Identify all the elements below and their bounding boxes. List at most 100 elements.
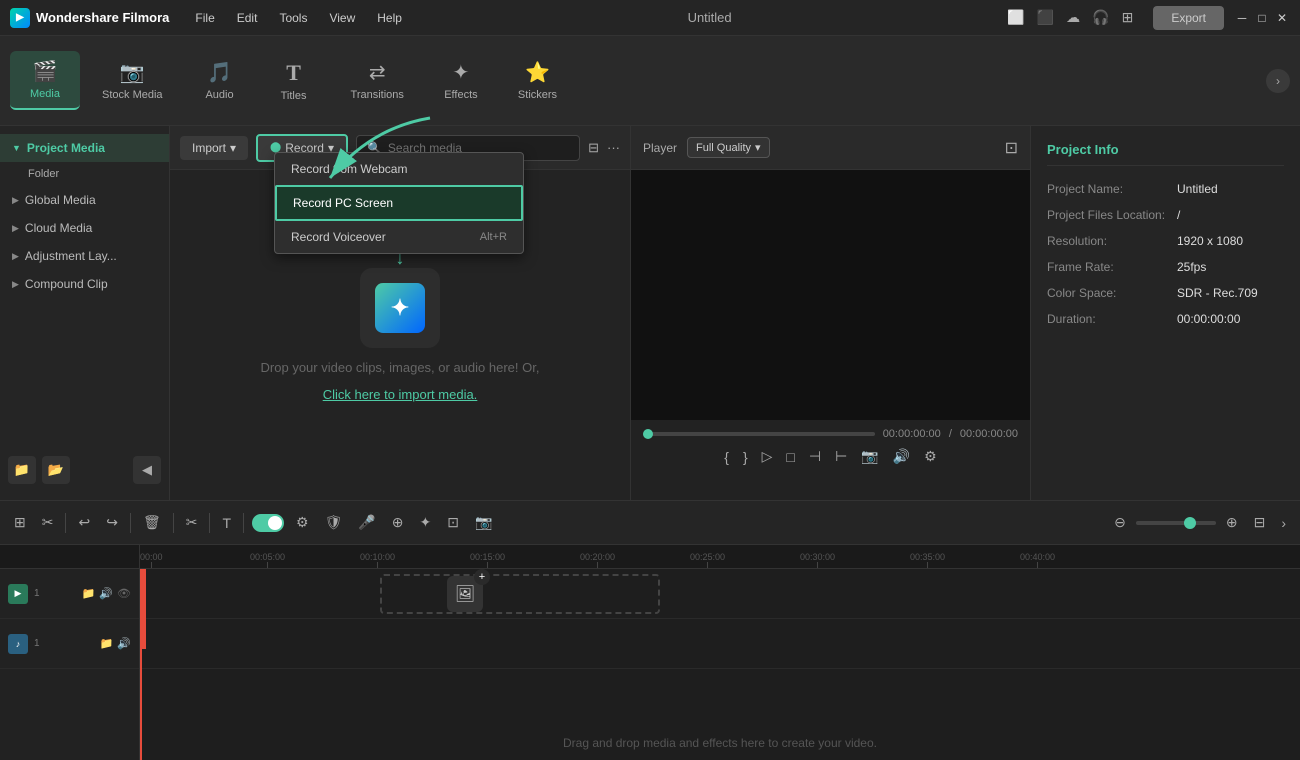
menu-file[interactable]: File <box>185 7 224 29</box>
time-total: 00:00:00:00 <box>960 428 1018 440</box>
timeline-shield-icon[interactable]: 🛡 <box>321 510 347 535</box>
stop-button[interactable]: □ <box>786 449 794 465</box>
timeline-star-icon[interactable]: ✦ <box>416 510 436 535</box>
more-icon[interactable]: ··· <box>607 140 620 156</box>
record-pc-screen-item[interactable]: Record PC Screen <box>275 185 523 221</box>
timeline-delete-icon[interactable]: 🗑 <box>139 510 165 535</box>
zoom-track[interactable] <box>1136 521 1216 525</box>
toolbar-titles[interactable]: T Titles <box>259 52 329 110</box>
track-audio-add-icon[interactable]: 📁 <box>100 637 114 650</box>
icon-grid: ⊞ <box>1122 9 1134 26</box>
timeline-redo-icon[interactable]: ↪ <box>102 510 122 535</box>
timeline-layout-icon[interactable]: ⊟ <box>1250 510 1270 535</box>
export-button[interactable]: Export <box>1153 6 1224 30</box>
sidebar-item-adjustment-layer[interactable]: ▶ Adjustment Lay... <box>0 242 169 270</box>
timeline-text-icon[interactable]: T <box>218 511 235 535</box>
titlebar: ▶ Wondershare Filmora File Edit Tools Vi… <box>0 0 1300 36</box>
value-duration: 00:00:00:00 <box>1177 312 1240 326</box>
info-frame-rate: Frame Rate: 25fps <box>1047 260 1284 274</box>
track-audio-vol-icon[interactable]: 🔊 <box>117 637 131 650</box>
menu-view[interactable]: View <box>319 7 365 29</box>
timeline-toolbar: ⊞ ✂ ↩ ↪ 🗑 ✂ T ⚙ 🛡 🎤 ⊕ ✦ ⊡ 📷 ⊖ ⊕ ⊟ › <box>0 501 1300 545</box>
toolbar-stock-media[interactable]: 📷 Stock Media <box>84 52 181 109</box>
timeline-grid-icon[interactable]: ⊞ <box>10 510 30 535</box>
menu-edit[interactable]: Edit <box>227 7 268 29</box>
timeline-more-icon[interactable]: › <box>1277 511 1290 535</box>
sidebar-item-global-media[interactable]: ▶ Global Media <box>0 186 169 214</box>
timeline-toggle[interactable] <box>252 514 284 532</box>
settings-button[interactable]: ⚙ <box>924 448 937 465</box>
progress-track[interactable] <box>643 432 875 436</box>
timeline-scissors-icon[interactable]: ✂ <box>38 510 58 535</box>
new-folder-button[interactable]: 📂 <box>42 456 70 484</box>
sidebar-collapse-button[interactable]: ◀ <box>133 456 161 484</box>
track-video-controls: 📁 🔊 👁 <box>82 587 131 600</box>
player-expand-icon[interactable]: ⊡ <box>1005 138 1018 158</box>
quality-select[interactable]: Full Quality ▾ <box>687 137 770 158</box>
sidebar-item-cloud-media[interactable]: ▶ Cloud Media <box>0 214 169 242</box>
volume-button[interactable]: 🔊 <box>893 448 910 465</box>
maximize-button[interactable]: □ <box>1254 10 1270 26</box>
timeline-undo-icon[interactable]: ↩ <box>74 510 94 535</box>
main-toolbar: 🎬 Media 📷 Stock Media 🎵 Audio T Titles ⇄… <box>0 36 1300 126</box>
timeline-gear-icon[interactable]: ⚙ <box>292 510 313 535</box>
track-audio-body[interactable] <box>140 619 1300 669</box>
trim-next-button[interactable]: ⊢ <box>835 448 847 465</box>
mark-out-button[interactable]: } <box>743 449 748 465</box>
media-drop-placeholder[interactable]: 🖼 + <box>380 574 660 614</box>
value-files-location: / <box>1177 208 1180 222</box>
timeline: ⊞ ✂ ↩ ↪ 🗑 ✂ T ⚙ 🛡 🎤 ⊕ ✦ ⊡ 📷 ⊖ ⊕ ⊟ › <box>0 500 1300 760</box>
mark-in-button[interactable]: { <box>724 449 729 465</box>
track-video-vol-icon[interactable]: 🔊 <box>99 587 113 600</box>
media-toolbar-icons: ⊟ ··· <box>588 140 620 156</box>
sidebar-item-compound-clip[interactable]: ▶ Compound Clip <box>0 270 169 298</box>
trim-prev-button[interactable]: ⊣ <box>809 448 821 465</box>
import-link[interactable]: Click here to import media. <box>323 387 478 402</box>
timeline-merge-icon[interactable]: ⊕ <box>388 510 408 535</box>
titles-label: Titles <box>281 90 307 102</box>
sidebar-item-folder[interactable]: Folder <box>0 162 169 186</box>
label-duration: Duration: <box>1047 312 1177 326</box>
track-video-eye-icon[interactable]: 👁 <box>117 587 131 600</box>
record-voiceover-item[interactable]: Record Voiceover Alt+R <box>275 221 523 253</box>
menu-tools[interactable]: Tools <box>269 7 317 29</box>
timeline-ruler[interactable]: 00:00 00:05:00 00:10:00 00:15:00 00:20:0… <box>140 545 1300 569</box>
zoom-out-button[interactable]: ⊖ <box>1110 510 1130 535</box>
timeline-cam-icon[interactable]: 📷 <box>471 510 496 535</box>
timeline-monitor-icon[interactable]: ⊡ <box>443 510 463 535</box>
window-controls: ─ □ ✕ <box>1234 10 1290 26</box>
toolbar-media[interactable]: 🎬 Media <box>10 51 80 110</box>
record-from-webcam-item[interactable]: Record from Webcam <box>275 153 523 185</box>
value-frame-rate: 25fps <box>1177 260 1206 274</box>
timeline-content: ▶ 1 📁 🔊 👁 ♪ 1 📁 🔊 00:00 00:05: <box>0 545 1300 760</box>
toolbar-stickers[interactable]: ⭐ Stickers <box>500 52 575 109</box>
import-button[interactable]: Import ▾ <box>180 136 248 160</box>
track-audio-icon: ♪ <box>8 634 28 654</box>
filter-icon[interactable]: ⊟ <box>588 140 599 156</box>
timeline-cut-icon[interactable]: ✂ <box>182 510 202 535</box>
track-video-body[interactable]: 🖼 + <box>140 569 1300 619</box>
timeline-mic-icon[interactable]: 🎤 <box>354 510 379 535</box>
minimize-button[interactable]: ─ <box>1234 10 1250 26</box>
toolbar-transitions[interactable]: ⇄ Transitions <box>333 52 422 109</box>
main-area: ▼ Project Media Folder ▶ Global Media ▶ … <box>0 126 1300 500</box>
sidebar-container: ▼ Project Media Folder ▶ Global Media ▶ … <box>0 134 169 492</box>
snapshot-button[interactable]: 📷 <box>861 448 878 465</box>
add-folder-button[interactable]: 📁 <box>8 456 36 484</box>
close-button[interactable]: ✕ <box>1274 10 1290 26</box>
media-label: Media <box>30 88 60 100</box>
value-resolution: 1920 x 1080 <box>1177 234 1243 248</box>
zoom-in-button[interactable]: ⊕ <box>1222 510 1242 535</box>
voiceover-shortcut: Alt+R <box>480 231 507 243</box>
project-media-label: Project Media <box>27 141 105 155</box>
stock-media-label: Stock Media <box>102 89 163 101</box>
toolbar-audio[interactable]: 🎵 Audio <box>185 52 255 109</box>
player-controls: 00:00:00:00 / 00:00:00:00 { } ▷ □ ⊣ ⊢ 📷 … <box>631 420 1030 500</box>
menu-help[interactable]: Help <box>367 7 412 29</box>
track-video-add-icon[interactable]: 📁 <box>82 587 96 600</box>
audio-label: Audio <box>205 89 233 101</box>
play-button[interactable]: ▷ <box>762 448 773 465</box>
sidebar-item-project-media[interactable]: ▼ Project Media <box>0 134 169 162</box>
toolbar-expand[interactable]: › <box>1266 69 1290 93</box>
toolbar-effects[interactable]: ✦ Effects <box>426 52 496 109</box>
